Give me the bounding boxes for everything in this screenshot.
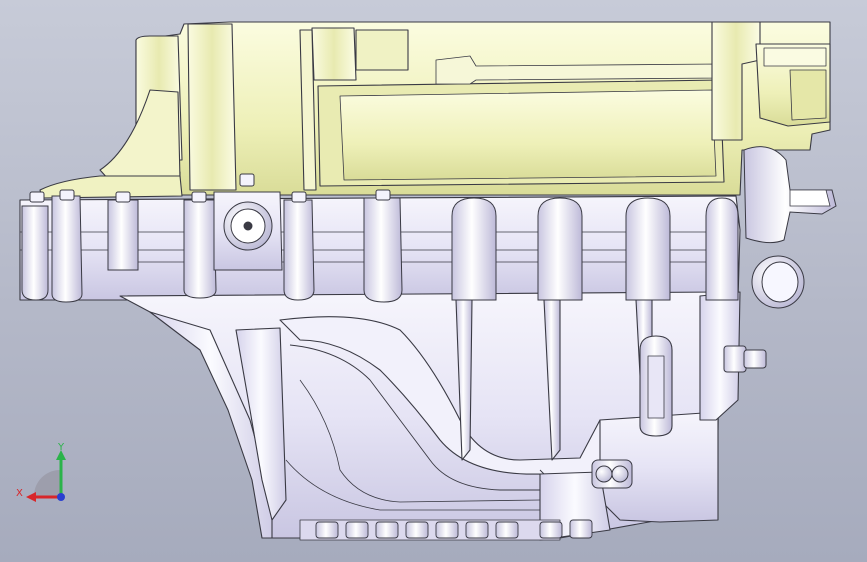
graphics-viewport[interactable]: Y X (0, 0, 867, 562)
lower-sump (119, 291, 741, 541)
y-axis-label: Y (57, 442, 65, 453)
bottom-bolts (315, 519, 593, 539)
upper-case (39, 21, 831, 199)
coordinate-triad: Y X (16, 442, 66, 502)
engine-housing-model[interactable] (0, 0, 867, 562)
z-axis-dot-icon (57, 493, 65, 501)
x-axis-label: X (16, 488, 23, 499)
triad-plane-icon (34, 470, 60, 496)
